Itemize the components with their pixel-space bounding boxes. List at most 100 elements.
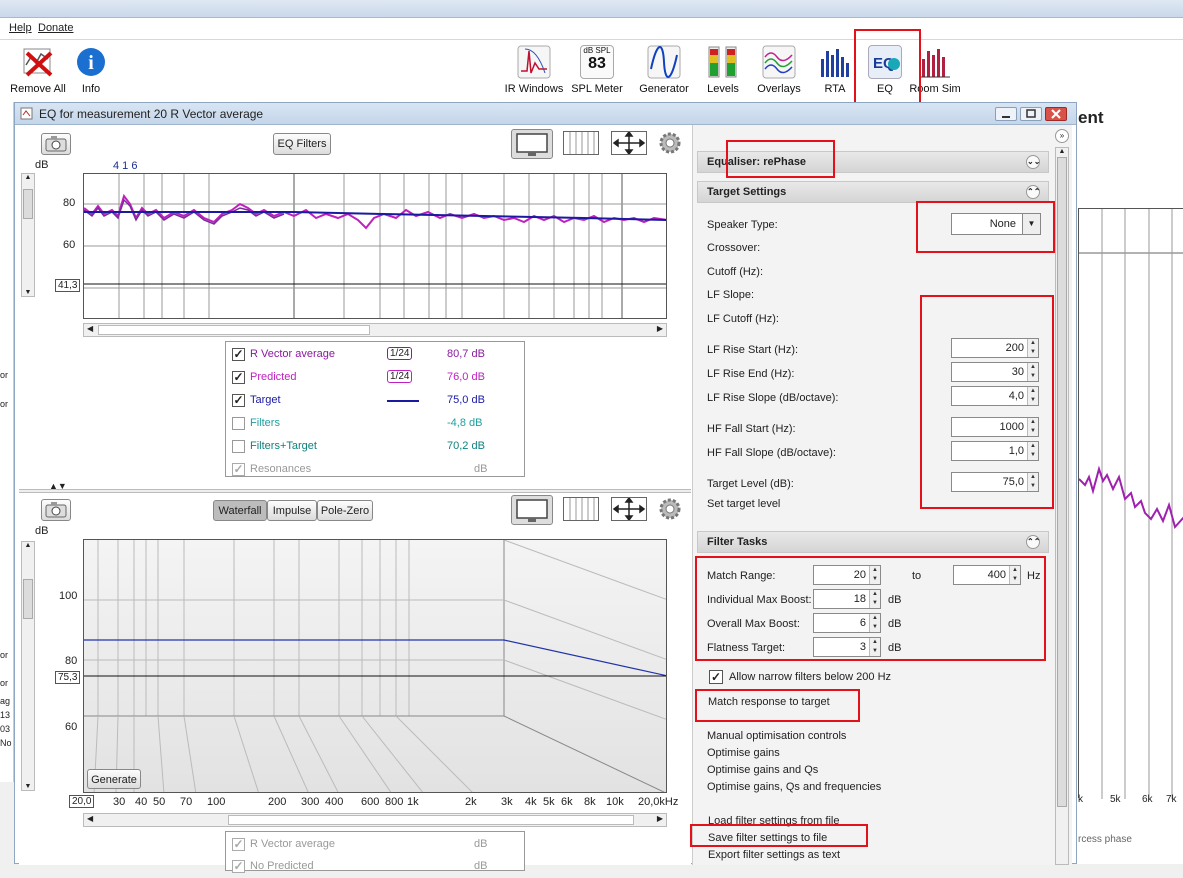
graph-grid-view-icon[interactable] bbox=[563, 497, 599, 521]
lf-slope-label: LF Slope: bbox=[707, 289, 755, 301]
waterfall-graph[interactable] bbox=[83, 539, 667, 793]
chevron-down-icon[interactable]: ▼ bbox=[1022, 214, 1040, 234]
hf-fall-slope-field[interactable]: 1,0 ▲ ▼ bbox=[951, 441, 1039, 461]
legend-checkbox[interactable] bbox=[232, 417, 245, 430]
room-sim-icon bbox=[918, 45, 952, 79]
minimize-button[interactable] bbox=[995, 107, 1017, 121]
graph-grid-view-icon[interactable] bbox=[563, 131, 599, 155]
eq-window-title-bar[interactable]: EQ for measurement 20 R Vector average bbox=[15, 103, 1076, 125]
collapse-section-icon[interactable]: ⌃⌃ bbox=[1026, 535, 1040, 549]
expand-section-icon[interactable]: ⌄⌄ bbox=[1026, 155, 1040, 169]
menu-bar: Help Donate bbox=[0, 18, 1183, 40]
bottom-graph-vscroll[interactable]: ▲ ▼ bbox=[21, 541, 35, 791]
top-cursor-value: 41,3 bbox=[55, 279, 81, 292]
flatness-target-field[interactable]: 3 ▲ ▼ bbox=[813, 637, 881, 657]
gear-icon[interactable] bbox=[659, 132, 681, 154]
top-frequency-graph[interactable] bbox=[83, 173, 667, 319]
fit-axes-icon[interactable] bbox=[611, 496, 647, 522]
tab-waterfall[interactable]: Waterfall bbox=[213, 500, 267, 521]
graph-view-single-icon[interactable] bbox=[511, 129, 553, 159]
top-y-tick: 80 bbox=[63, 197, 76, 209]
maximize-button[interactable] bbox=[1020, 107, 1042, 121]
overlays-button[interactable]: Overlays bbox=[749, 45, 809, 95]
bottom-graph-hscroll[interactable]: ◀ ▶ bbox=[83, 813, 667, 827]
legend-checkbox: ✓ bbox=[232, 462, 245, 476]
set-target-level-link[interactable]: Set target level bbox=[707, 498, 780, 510]
equaliser-section-header[interactable]: Equaliser: rePhase ⌄⌄ bbox=[697, 151, 1049, 173]
tab-impulse[interactable]: Impulse bbox=[267, 500, 317, 521]
legend-row-target[interactable]: ✓ Target 75,0 dB bbox=[232, 392, 522, 412]
top-graph-markers: 4 1 6 bbox=[113, 160, 138, 172]
hf-fall-slope-label: HF Fall Slope (dB/octave): bbox=[707, 447, 836, 459]
match-range-from-field[interactable]: 20 ▲ ▼ bbox=[813, 565, 881, 585]
lf-rise-end-field[interactable]: 30 ▲ ▼ bbox=[951, 362, 1039, 382]
info-button[interactable]: i Info bbox=[61, 45, 121, 95]
individual-max-boost-field[interactable]: 18 ▲ ▼ bbox=[813, 589, 881, 609]
legend-row-measurement[interactable]: ✓ R Vector average 1/24 80,7 dB bbox=[232, 346, 522, 366]
background-graph bbox=[1078, 208, 1183, 799]
legend-row-predicted[interactable]: ✓ Predicted 1/24 76,0 dB bbox=[232, 369, 522, 389]
eq-window-title: EQ for measurement 20 R Vector average bbox=[39, 107, 264, 121]
bottom-cursor-value: 75,3 bbox=[55, 671, 81, 684]
optimise-gains-qs-freq-button[interactable]: Optimise gains, Qs and frequencies bbox=[707, 781, 881, 793]
match-response-button[interactable]: Match response to target bbox=[708, 696, 830, 708]
expand-panel-icon[interactable]: » bbox=[1055, 129, 1069, 143]
lf-rise-slope-field[interactable]: 4,0 ▲ ▼ bbox=[951, 386, 1039, 406]
spl-meter-button[interactable]: dB SPL 83 SPL Meter bbox=[567, 45, 627, 95]
top-graph-vscroll[interactable]: ▲ ▼ bbox=[21, 173, 35, 297]
top-graph-legend: ✓ R Vector average 1/24 80,7 dB ✓ Predic… bbox=[225, 341, 525, 477]
save-filter-settings-button[interactable]: Save filter settings to file bbox=[708, 832, 827, 844]
splitter-arrows-icon[interactable]: ▲▼ bbox=[49, 481, 67, 491]
legend-checkbox[interactable] bbox=[232, 440, 245, 453]
legend-row-filters-target[interactable]: Filters+Target 70,2 dB bbox=[232, 438, 522, 458]
menu-help[interactable]: Help bbox=[9, 22, 32, 34]
ir-windows-button[interactable]: IR Windows bbox=[504, 45, 564, 95]
overall-max-boost-label: Overall Max Boost: bbox=[707, 618, 800, 630]
levels-button[interactable]: Levels bbox=[693, 45, 753, 95]
room-sim-button[interactable]: Room Sim bbox=[905, 45, 965, 95]
info-icon: i bbox=[74, 45, 108, 79]
match-range-to-field[interactable]: 400 ▲ ▼ bbox=[953, 565, 1021, 585]
ir-windows-icon bbox=[517, 45, 551, 79]
hf-fall-start-field[interactable]: 1000 ▲ ▼ bbox=[951, 417, 1039, 437]
lf-rise-start-field[interactable]: 200 ▲ ▼ bbox=[951, 338, 1039, 358]
camera-icon[interactable] bbox=[41, 133, 71, 155]
optimise-gains-qs-button[interactable]: Optimise gains and Qs bbox=[707, 764, 818, 776]
lf-rise-end-label: LF Rise End (Hz): bbox=[707, 368, 795, 380]
svg-text:i: i bbox=[88, 52, 94, 74]
target-line-swatch bbox=[387, 400, 419, 402]
generator-button[interactable]: Generator bbox=[634, 45, 694, 95]
target-level-field[interactable]: 75,0 ▲ ▼ bbox=[951, 472, 1039, 492]
target-level-label: Target Level (dB): bbox=[707, 478, 794, 490]
export-filter-settings-button[interactable]: Export filter settings as text bbox=[708, 849, 840, 861]
collapse-section-icon[interactable]: ⌃⌃ bbox=[1026, 185, 1040, 199]
legend-checkbox[interactable]: ✓ bbox=[232, 348, 245, 361]
speaker-type-select[interactable]: None ▼ bbox=[951, 213, 1041, 235]
camera-icon[interactable] bbox=[41, 499, 71, 521]
graph-view-single-icon[interactable] bbox=[511, 495, 553, 525]
bottom-graph-db-label: dB bbox=[35, 525, 49, 537]
close-button[interactable] bbox=[1045, 107, 1067, 121]
gear-icon[interactable] bbox=[659, 498, 681, 520]
optimise-gains-button[interactable]: Optimise gains bbox=[707, 747, 780, 759]
eq-filters-button[interactable]: EQ Filters bbox=[273, 133, 331, 155]
db-unit-label: dB bbox=[888, 594, 902, 606]
top-graph-hscroll[interactable]: ◀ ▶ bbox=[83, 323, 667, 337]
legend-checkbox[interactable]: ✓ bbox=[232, 394, 245, 407]
overall-max-boost-field[interactable]: 6 ▲ ▼ bbox=[813, 613, 881, 633]
legend-checkbox[interactable]: ✓ bbox=[232, 371, 245, 384]
load-filter-settings-button[interactable]: Load filter settings from file bbox=[708, 815, 839, 827]
lf-rise-slope-label: LF Rise Slope (dB/octave): bbox=[707, 392, 839, 404]
filter-tasks-header[interactable]: Filter Tasks ⌃⌃ bbox=[697, 531, 1049, 553]
remove-all-button[interactable]: Remove All bbox=[8, 45, 68, 95]
pane-splitter[interactable] bbox=[19, 489, 691, 493]
top-graph-db-label: dB bbox=[35, 159, 49, 171]
fit-axes-icon[interactable] bbox=[611, 130, 647, 156]
generate-button[interactable]: Generate bbox=[87, 769, 141, 789]
menu-donate[interactable]: Donate bbox=[38, 22, 73, 34]
target-settings-header[interactable]: Target Settings ⌃⌃ bbox=[697, 181, 1049, 203]
tab-pole-zero[interactable]: Pole-Zero bbox=[317, 500, 373, 521]
settings-vscroll[interactable]: ▲ bbox=[1055, 147, 1069, 865]
legend-row-filters[interactable]: Filters -4,8 dB bbox=[232, 415, 522, 435]
allow-narrow-checkbox[interactable]: ✓ bbox=[709, 670, 723, 684]
